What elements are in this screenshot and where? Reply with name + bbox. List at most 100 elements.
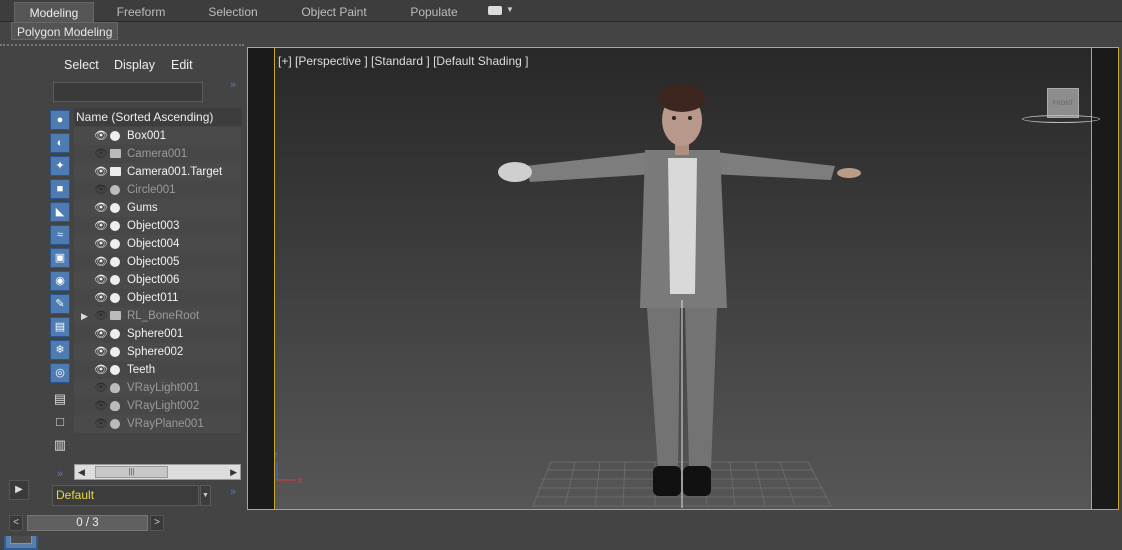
hidden-filter-icon[interactable]: ◎	[50, 363, 70, 383]
expand-icon[interactable]: »	[230, 79, 236, 91]
axis-tripod-icon: z x	[275, 451, 303, 486]
viewcube[interactable]: FRONT	[1047, 88, 1079, 118]
eye-icon[interactable]: 👁	[94, 325, 108, 343]
tab-selection[interactable]: Selection	[190, 2, 276, 22]
eye-icon[interactable]: 👁	[94, 397, 108, 415]
time-slider[interactable]: 0 / 3	[27, 515, 148, 531]
scroll-thumb[interactable]: |||	[95, 466, 168, 478]
list-item[interactable]: 👁 Gums	[74, 199, 241, 217]
list-item[interactable]: ▶ 👁 RL_BoneRoot	[74, 307, 241, 325]
panel-divider	[0, 44, 244, 47]
scroll-left-icon[interactable]: ◀	[78, 465, 85, 479]
eye-icon[interactable]: 👁	[94, 163, 108, 181]
menu-select[interactable]: Select	[64, 58, 99, 72]
eye-icon[interactable]: 👁	[94, 217, 108, 235]
eye-icon[interactable]: 👁	[94, 127, 108, 145]
sphere-icon	[110, 275, 120, 285]
item-name: VRayLight002	[127, 400, 200, 412]
viewport-label[interactable]: [+] [Perspective ] [Standard ] [Default …	[278, 54, 528, 68]
list-item[interactable]: 👁 VRayPlane001	[74, 415, 241, 433]
tab-populate[interactable]: Populate	[394, 2, 474, 22]
list-item[interactable]: 👁 Object004	[74, 235, 241, 253]
next-frame-icon[interactable]: >	[150, 515, 164, 531]
helper-filter-icon[interactable]: ◣	[50, 202, 70, 222]
tab-modeling[interactable]: Modeling	[14, 2, 94, 22]
list-item[interactable]: 👁 Box001	[74, 127, 241, 145]
play-icon[interactable]: ▶	[9, 480, 29, 500]
list-item[interactable]: 👁 Object011	[74, 289, 241, 307]
list-item[interactable]: 👁 Camera001.Target	[74, 163, 241, 181]
list-item[interactable]: 👁 Object003	[74, 217, 241, 235]
list-item[interactable]: 👁 Teeth	[74, 361, 241, 379]
eye-icon[interactable]: 👁	[94, 271, 108, 289]
bone-icon	[110, 311, 121, 320]
xref-filter-icon[interactable]: ◉	[50, 271, 70, 291]
frozen-filter-icon[interactable]: ❄	[50, 340, 70, 360]
menu-edit[interactable]: Edit	[171, 58, 193, 72]
list-item[interactable]: 👁 Object006	[74, 271, 241, 289]
item-name: Sphere002	[127, 346, 184, 358]
character-model: z x	[275, 84, 861, 508]
eye-icon[interactable]: 👁	[94, 361, 108, 379]
eye-icon[interactable]: 👁	[94, 289, 108, 307]
geometry-filter-icon[interactable]: ●	[50, 110, 70, 130]
eye-icon[interactable]: 👁	[94, 379, 108, 397]
eye-icon[interactable]: 👁	[94, 343, 108, 361]
eye-icon[interactable]: 👁	[94, 181, 108, 199]
chevron-down-icon[interactable]: ▼	[506, 5, 514, 14]
list-item[interactable]: 👁 VRayLight002	[74, 397, 241, 415]
tab-object-paint[interactable]: Object Paint	[284, 2, 384, 22]
menu-display[interactable]: Display	[114, 58, 155, 72]
column-header[interactable]: Name (Sorted Ascending)	[74, 108, 242, 126]
sphere-icon	[110, 365, 120, 375]
scroll-right-icon[interactable]: ▶	[230, 465, 237, 479]
light-filter-icon[interactable]: ✦	[50, 156, 70, 176]
list-item[interactable]: 👁 Sphere001	[74, 325, 241, 343]
list-item[interactable]: 👁 VRayLight001	[74, 379, 241, 397]
list-item[interactable]: 👁 Camera001	[74, 145, 241, 163]
list-item[interactable]: 👁 Object005	[74, 253, 241, 271]
list-item[interactable]: 👁 Circle001	[74, 181, 241, 199]
expand-arrow-icon[interactable]: ▶	[81, 307, 88, 325]
chevron-down-icon[interactable]: ▼	[200, 485, 211, 506]
expand-icon[interactable]: »	[57, 468, 63, 480]
display-all-icon[interactable]: ▤	[50, 390, 70, 410]
item-name: Sphere001	[127, 328, 184, 340]
container-filter-icon[interactable]: ▤	[50, 317, 70, 337]
item-name: Camera001	[127, 148, 188, 160]
item-name: Teeth	[127, 364, 156, 376]
expand-icon[interactable]: »	[230, 486, 236, 498]
spacewarp-filter-icon[interactable]: ≈	[50, 225, 70, 245]
invert-display-icon[interactable]: ▥	[50, 436, 70, 456]
shape-filter-icon[interactable]: ◐	[50, 133, 70, 153]
eye-icon[interactable]: 👁	[94, 415, 108, 433]
viewport[interactable]: z x [+] [Perspective ] [Standard ] [Defa…	[247, 47, 1119, 510]
eye-icon[interactable]: 👁	[94, 199, 108, 217]
sphere-icon	[110, 329, 120, 339]
search-input[interactable]	[53, 82, 203, 102]
sphere-icon	[110, 257, 120, 267]
prev-frame-icon[interactable]: <	[9, 515, 23, 531]
tab-freeform[interactable]: Freeform	[100, 2, 182, 22]
display-none-icon[interactable]: □	[50, 413, 70, 433]
bone-filter-icon[interactable]: ✎	[50, 294, 70, 314]
polygon-modeling-button[interactable]: Polygon Modeling	[11, 22, 119, 40]
viewport-frame: z x [+] [Perspective ] [Standard ] [Defa…	[274, 48, 1100, 509]
eye-icon[interactable]: 👁	[94, 307, 108, 325]
ribbon-panel	[0, 22, 1122, 42]
ribbon-options-icon[interactable]	[488, 6, 502, 15]
item-name: RL_BoneRoot	[127, 310, 200, 322]
filter-toolbar: ● ◐ ✦ ■ ◣ ≈ ▣ ◉ ✎ ▤ ❄ ◎ ▤ □ ▥	[48, 108, 74, 468]
item-name: Camera001.Target	[127, 166, 223, 178]
sphere-icon	[110, 239, 120, 249]
eye-icon[interactable]: 👁	[94, 253, 108, 271]
eye-icon[interactable]: 👁	[94, 145, 108, 163]
layer-dropdown[interactable]: Default	[52, 485, 199, 506]
group-filter-icon[interactable]: ▣	[50, 248, 70, 268]
horizontal-scrollbar[interactable]: ◀ ||| ▶	[74, 464, 241, 480]
eye-icon[interactable]: 👁	[94, 235, 108, 253]
list-item[interactable]: 👁 Sphere002	[74, 343, 241, 361]
viewcube-compass[interactable]	[1022, 115, 1100, 123]
sphere-icon	[110, 203, 120, 213]
camera-filter-icon[interactable]: ■	[50, 179, 70, 199]
